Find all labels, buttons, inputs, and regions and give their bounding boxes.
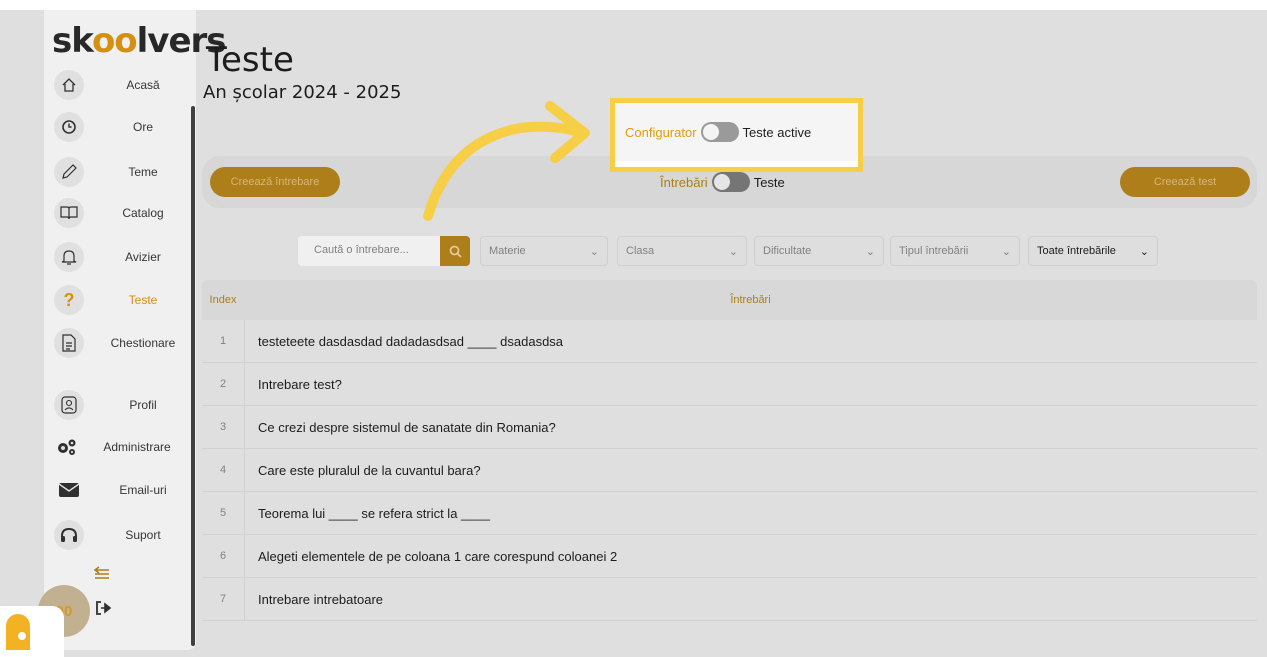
row-index: 7 <box>219 593 227 605</box>
curved-arrow-icon <box>423 101 590 221</box>
sidebar-item-label: Catalog <box>122 206 164 220</box>
collapse-menu-icon[interactable] <box>93 565 111 586</box>
sidebar-item-administrare[interactable]: Administrare <box>54 429 194 465</box>
table-row[interactable]: 7 Intrebare intrebatoare <box>202 577 1257 621</box>
pencil-icon <box>54 157 84 187</box>
dificultate-label: Dificultate <box>763 245 812 257</box>
materie-label: Materie <box>489 245 526 257</box>
row-index: 5 <box>219 507 227 519</box>
table-row[interactable]: 1 testeteete dasdasdad dadadasdsad ____ d… <box>202 319 1257 363</box>
materie-select[interactable]: Materie ⌄ <box>480 236 608 266</box>
questions-tests-toggle[interactable]: Întrebări Teste <box>660 172 785 192</box>
row-index: 4 <box>219 464 227 476</box>
sidebar: skoolvers Acasă Ore Teme Catalog Avizier… <box>44 10 227 650</box>
sidebar-item-chestionare[interactable]: Chestionare <box>54 325 194 361</box>
highlight-callout: Configurator Teste active <box>610 98 863 172</box>
bell-icon <box>54 242 84 272</box>
sidebar-item-label: Email-uri <box>119 483 167 497</box>
chevron-down-icon: ⌄ <box>1001 245 1011 258</box>
table-row[interactable]: 3 Ce crezi despre sistemul de sanatate di… <box>202 405 1257 449</box>
question-icon: ? <box>54 285 84 315</box>
sidebar-item-teste[interactable]: ? Teste <box>54 282 194 318</box>
chat-widget-button[interactable] <box>0 606 64 657</box>
table-header: Index Întrebări <box>202 280 1257 320</box>
chevron-down-icon: ⌄ <box>728 245 738 258</box>
toggle-right-label: Teste <box>753 174 785 190</box>
sidebar-item-label: Administrare <box>103 440 171 454</box>
sidebar-item-label: Ore <box>132 120 153 134</box>
sidebar-item-label: Suport <box>125 528 161 542</box>
toate-label: Toate întrebările <box>1037 245 1116 257</box>
chevron-down-icon: ⌄ <box>589 245 599 258</box>
logout-icon[interactable] <box>95 600 113 621</box>
page-title: Teste <box>206 40 294 80</box>
sidebar-item-label: Teste <box>128 293 158 307</box>
row-question: Intrebare intrebatoare <box>244 577 1257 621</box>
headphones-icon <box>54 520 84 550</box>
questions-table: Index Întrebări 1 testeteete dasdasdad da… <box>202 280 1257 621</box>
envelope-icon <box>54 475 84 505</box>
create-question-button[interactable]: Creează întrebare <box>210 167 340 197</box>
toggle-left-label: Întrebări <box>660 174 708 190</box>
chevron-down-icon: ⌄ <box>1139 245 1149 258</box>
sidebar-item-ore[interactable]: Ore <box>54 109 194 145</box>
sidebar-item-label: Profil <box>129 398 157 412</box>
profile-icon <box>54 390 84 420</box>
sidebar-item-avizier[interactable]: Avizier <box>54 239 194 275</box>
sidebar-item-suport[interactable]: Suport <box>54 517 194 553</box>
toate-select[interactable]: Toate întrebările ⌄ <box>1028 236 1158 266</box>
sidebar-item-label: Avizier <box>125 250 161 264</box>
table-row[interactable]: 4 Care este pluralul de la cuvantul bara? <box>202 448 1257 492</box>
clasa-select[interactable]: Clasa ⌄ <box>617 236 747 266</box>
clock-icon <box>54 112 84 142</box>
row-question: Intrebare test? <box>244 362 1257 406</box>
gears-icon <box>54 432 80 462</box>
table-row[interactable]: 6 Alegeti elementele de pe coloana 1 care… <box>202 534 1257 578</box>
chat-icon <box>6 614 30 650</box>
sidebar-scrollbar[interactable] <box>191 106 195 646</box>
table-row[interactable]: 5 Teorema lui ____ se refera strict la __… <box>202 491 1257 535</box>
dificultate-select[interactable]: Dificultate ⌄ <box>754 236 884 266</box>
tipul-label: Tipul întrebării <box>899 245 969 257</box>
clasa-label: Clasa <box>626 245 655 257</box>
search-icon <box>449 245 462 258</box>
row-question: Alegeti elementele de pe coloana 1 care … <box>244 534 1257 578</box>
book-icon <box>54 198 84 228</box>
sidebar-item-label: Chestionare <box>110 336 176 350</box>
sidebar-item-teme[interactable]: Teme <box>54 154 194 190</box>
home-icon <box>54 70 84 100</box>
row-question: Care este pluralul de la cuvantul bara? <box>244 448 1257 492</box>
column-header-questions: Întrebări <box>730 294 771 306</box>
teste-active-label: Teste active <box>742 124 812 140</box>
configurator-toggle[interactable]: Configurator Teste active <box>615 103 858 161</box>
logo: skoolvers <box>52 21 227 61</box>
row-index: 6 <box>219 550 227 562</box>
chevron-down-icon: ⌄ <box>865 245 875 258</box>
table-row[interactable]: 2 Intrebare test? <box>202 362 1257 406</box>
row-question: testeteete dasdasdad dadadasdsad ____ ds… <box>244 319 1257 363</box>
sidebar-item-label: Teme <box>128 165 158 179</box>
row-index: 2 <box>219 378 227 390</box>
search-input[interactable]: Caută o întrebare... <box>298 236 440 266</box>
configurator-label: Configurator <box>625 124 697 140</box>
row-index: 1 <box>219 335 227 347</box>
page-subtitle: An școlar 2024 - 2025 <box>203 82 402 103</box>
row-question: Teorema lui ____ se refera strict la ___… <box>244 491 1257 535</box>
sidebar-item-acasa[interactable]: Acasă <box>54 67 194 103</box>
sidebar-item-label: Acasă <box>126 78 160 92</box>
search-button[interactable] <box>440 236 470 266</box>
row-index: 3 <box>219 421 227 433</box>
tipul-select[interactable]: Tipul întrebării ⌄ <box>890 236 1020 266</box>
configurator-switch[interactable] <box>700 122 739 142</box>
sidebar-item-catalog[interactable]: Catalog <box>54 195 194 231</box>
sidebar-item-profil[interactable]: Profil <box>54 387 194 423</box>
column-header-index: Index <box>209 294 237 306</box>
row-question: Ce crezi despre sistemul de sanatate din… <box>244 405 1257 449</box>
create-test-button[interactable]: Creează test <box>1120 167 1250 197</box>
sidebar-item-email[interactable]: Email-uri <box>54 472 194 508</box>
document-icon <box>54 328 84 358</box>
page: skoolvers Acasă Ore Teme Catalog Avizier… <box>0 10 1267 657</box>
toggle-switch[interactable] <box>711 172 750 192</box>
